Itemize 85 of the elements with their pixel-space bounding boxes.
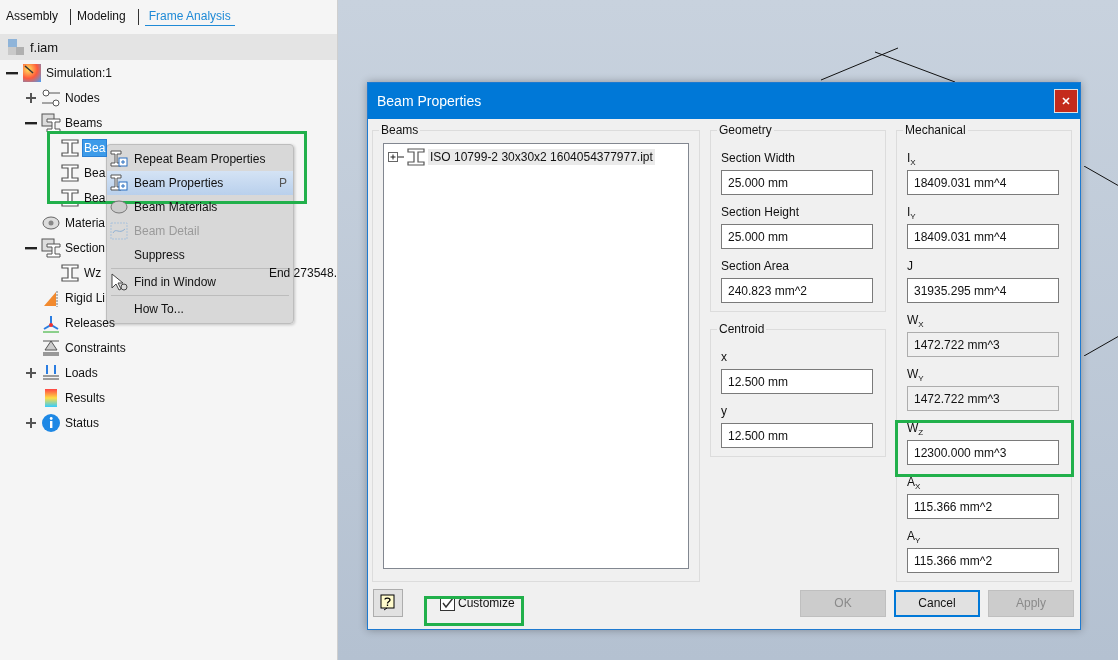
field-label: Section Area [721,258,790,275]
menu-item[interactable]: Find in Window [107,270,223,294]
checkbox-label[interactable]: Customize [458,596,515,610]
tree-item[interactable]: Status [64,414,101,431]
value-field[interactable]: 1472.722 mm^3 [907,332,1059,357]
edge-line [1084,166,1118,186]
close-button[interactable] [1054,89,1078,113]
simulation-icon [22,62,42,83]
field-label: x [721,349,727,366]
tree-item[interactable]: Constraints [64,339,127,356]
list-item[interactable]: ISO 10799-2 30x30x2 1604054377977.ipt [428,149,655,165]
dialog-title: Beam Properties [377,93,482,109]
beams-icon [41,112,61,133]
value-field[interactable]: 12300.000 mm^3 [907,440,1059,465]
beam-icon [60,137,80,158]
loads-icon [41,362,61,383]
beam-icon [109,173,129,193]
beam-icon [60,262,80,283]
group-title: Geometry [718,123,773,137]
menu-item[interactable]: Beam Properties P [107,171,293,195]
group-title: Beams [380,123,420,137]
material-icon [109,197,129,217]
tree-item[interactable]: Materia [64,214,106,231]
tab[interactable]: Frame Analysis [144,8,235,26]
field-label: W$_{Z}$ [907,420,924,438]
tree-item[interactable]: Beams [64,114,104,131]
value-field[interactable]: 18409.031 mm^4 [907,224,1059,249]
constraints-icon [41,337,61,358]
tree-item[interactable]: Simulation:1 [45,64,114,81]
group-title: Centroid [718,322,766,336]
help-icon [380,594,396,612]
field-label: J [907,258,913,275]
value-field[interactable]: 25.000 mm [721,224,873,249]
sections-icon [41,237,61,258]
expand-icon[interactable] [24,90,38,105]
field-label: W$_{X}$ [907,312,924,330]
value-field[interactable]: 115.366 mm^2 [907,548,1059,573]
expand-icon[interactable] [24,415,38,430]
value-field[interactable]: 12.500 mm [721,369,873,394]
tree-item[interactable]: Nodes [64,89,101,106]
menu-item[interactable]: Repeat Beam Properties [107,147,272,171]
tree-item[interactable]: Rigid Li [64,289,107,306]
value-field[interactable]: 25.000 mm [721,170,873,195]
assembly-name[interactable]: f.iam [30,39,59,55]
dialog-button[interactable]: Cancel [894,589,980,617]
help-button[interactable] [373,589,403,617]
detail-icon [109,221,129,241]
tree-item[interactable]: Wz [83,264,103,281]
edge-line [1084,336,1118,356]
value-field[interactable]: 12.500 mm [721,423,873,448]
tree-item[interactable]: Section [64,239,107,256]
field-label: A$_{Y}$ [907,528,921,546]
value-field[interactable]: 31935.295 mm^4 [907,278,1059,303]
field-label: Section Height [721,204,800,221]
beam-icon [60,162,80,183]
find-icon [109,272,129,292]
value-field[interactable]: 18409.031 mm^4 [907,170,1059,195]
value-field[interactable]: 1472.722 mm^3 [907,386,1059,411]
field-label: Section Width [721,150,796,167]
expand-icon[interactable] [388,151,404,163]
tab[interactable]: Modeling [77,9,132,25]
field-label: W$_{Y}$ [907,366,924,384]
beam-icon [109,149,129,169]
value-field[interactable]: 115.366 mm^2 [907,494,1059,519]
tree-item[interactable]: Results [64,389,106,406]
group-title: Mechanical [904,123,967,137]
status-icon [41,412,61,433]
menu-item[interactable]: Suppress [107,243,191,267]
menu-item[interactable]: Beam Materials [107,195,224,219]
tab[interactable]: Assembly [6,9,64,25]
beam-icon [60,187,80,208]
assembly-icon [6,37,26,57]
close-icon [1061,96,1071,106]
tree-item[interactable]: Loads [64,364,99,381]
tree-item-detail: End 273548. [268,265,337,280]
field-label: A$_{X}$ [907,474,921,492]
tree-item[interactable]: Bea [83,164,107,181]
nodes-icon [41,87,61,108]
value-field[interactable]: 240.823 mm^2 [721,278,873,303]
field-label: y [721,403,727,420]
tree-item[interactable]: Bea [83,189,107,206]
beam-icon [406,147,426,167]
field-label: I$_{Y}$ [907,204,916,222]
expand-icon[interactable] [24,365,38,380]
field-label: I$_{X}$ [907,150,916,168]
